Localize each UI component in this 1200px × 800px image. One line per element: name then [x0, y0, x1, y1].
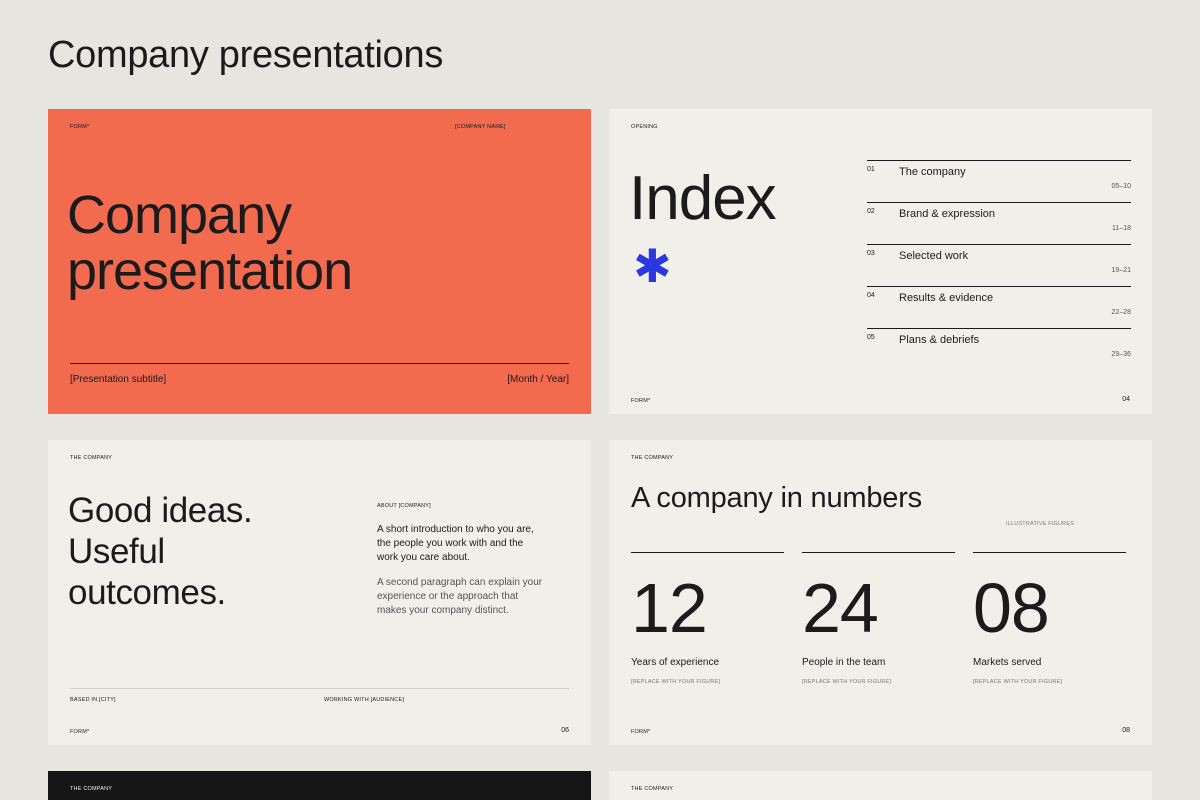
numbers-title: A company in numbers — [631, 482, 922, 514]
index-item-number: 04 — [867, 292, 875, 299]
slide-dark-peek[interactable]: THE COMPANY — [48, 771, 591, 800]
section-label: THE COMPANY — [631, 786, 674, 792]
headline-line-2: Useful — [68, 532, 165, 571]
stat-card: 08 Markets served [REPLACE WITH YOUR FIG… — [973, 552, 1126, 685]
index-item-label: Brand & expression — [899, 208, 995, 220]
cover-date: [Month / Year] — [507, 374, 569, 385]
based-in-label: BASED IN [CITY] — [70, 697, 116, 703]
section-label: THE COMPANY — [70, 786, 113, 792]
index-item: 05 Plans & debriefs 29–36 — [867, 328, 1131, 371]
cover-subtitle: [Presentation subtitle] — [70, 374, 167, 385]
page-title: Company presentations — [48, 34, 444, 76]
index-item-pages: 22–28 — [1111, 309, 1131, 316]
stat-card: 12 Years of experience [REPLACE WITH YOU… — [631, 552, 784, 685]
index-item-label: The company — [899, 166, 966, 178]
stat-rule — [802, 552, 955, 553]
stat-note: [REPLACE WITH YOUR FIGURE] — [973, 679, 1063, 685]
slide-numbers[interactable]: THE COMPANY A company in numbers ILLUSTR… — [609, 440, 1152, 745]
company-name-placeholder: [COMPANY NAME] — [455, 124, 506, 130]
index-item-pages: 19–21 — [1111, 267, 1131, 274]
index-item-pages: 05–10 — [1111, 183, 1131, 190]
brand-mark: FORM* — [70, 729, 90, 735]
cover-title: Company presentation — [67, 187, 467, 299]
stat-value: 08 — [973, 569, 1050, 647]
index-item-number: 01 — [867, 166, 875, 173]
brand-mark: FORM* — [631, 398, 651, 404]
stat-card: 24 People in the team [REPLACE WITH YOUR… — [802, 552, 955, 685]
index-item-number: 03 — [867, 250, 875, 257]
stat-note: [REPLACE WITH YOUR FIGURE] — [802, 679, 892, 685]
slide-about[interactable]: THE COMPANY Good ideas. Useful outcomes.… — [48, 440, 591, 745]
stat-label: People in the team — [802, 657, 886, 668]
slide-index[interactable]: OPENING Index ✱ 01 The company 05–10 02 … — [609, 109, 1152, 414]
stat-note: [REPLACE WITH YOUR FIGURE] — [631, 679, 721, 685]
stat-value: 12 — [631, 569, 708, 647]
index-item-label: Selected work — [899, 250, 969, 262]
slide-light-peek[interactable]: THE COMPANY — [609, 771, 1152, 800]
headline-line-1: Good ideas. — [68, 491, 253, 530]
index-item-label: Results & evidence — [899, 292, 994, 304]
section-label: THE COMPANY — [631, 455, 674, 461]
index-item: 02 Brand & expression 11–18 — [867, 202, 1131, 245]
index-item-number: 05 — [867, 334, 875, 341]
asterisk-icon: ✱ — [633, 240, 672, 292]
about-headline: Good ideas. Useful outcomes. — [68, 490, 328, 613]
stat-rule — [631, 552, 784, 553]
figures-note: ILLUSTRATIVE FIGURES — [1006, 521, 1075, 527]
index-item-label: Plans & debriefs — [899, 334, 980, 346]
index-item-pages: 11–18 — [1112, 225, 1131, 232]
stat-value: 24 — [802, 569, 879, 647]
page-number: 06 — [561, 727, 569, 734]
index-title: Index — [629, 164, 777, 233]
index-item-number: 02 — [867, 208, 875, 215]
stat-rule — [973, 552, 1126, 553]
stat-label: Markets served — [973, 657, 1042, 668]
section-label: THE COMPANY — [70, 455, 113, 461]
cover-title-line-1: Company — [67, 185, 292, 245]
page-number: 08 — [1122, 727, 1130, 734]
cover-title-line-2: presentation — [67, 241, 353, 301]
intro-paragraph: A short introduction to who you are, the… — [377, 524, 534, 563]
page-number: 04 — [1122, 396, 1130, 403]
slide-cover[interactable]: FORM* [COMPANY NAME] Company presentatio… — [48, 109, 591, 414]
stat-label: Years of experience — [631, 657, 720, 668]
working-with-label: WORKING WITH [AUDIENCE] — [324, 697, 405, 703]
divider — [70, 688, 569, 689]
about-label: ABOUT [COMPANY] — [377, 503, 431, 509]
brand-mark: FORM* — [631, 729, 651, 735]
divider — [70, 363, 569, 364]
index-item-pages: 29–36 — [1111, 351, 1131, 358]
second-paragraph: A second paragraph can explain your expe… — [377, 577, 543, 616]
brand-mark: FORM* — [70, 124, 90, 130]
index-item: 03 Selected work 19–21 — [867, 244, 1131, 287]
index-item: 04 Results & evidence 22–28 — [867, 286, 1131, 329]
index-item: 01 The company 05–10 — [867, 160, 1131, 203]
section-label: OPENING — [631, 124, 658, 130]
headline-line-3: outcomes. — [68, 573, 226, 612]
